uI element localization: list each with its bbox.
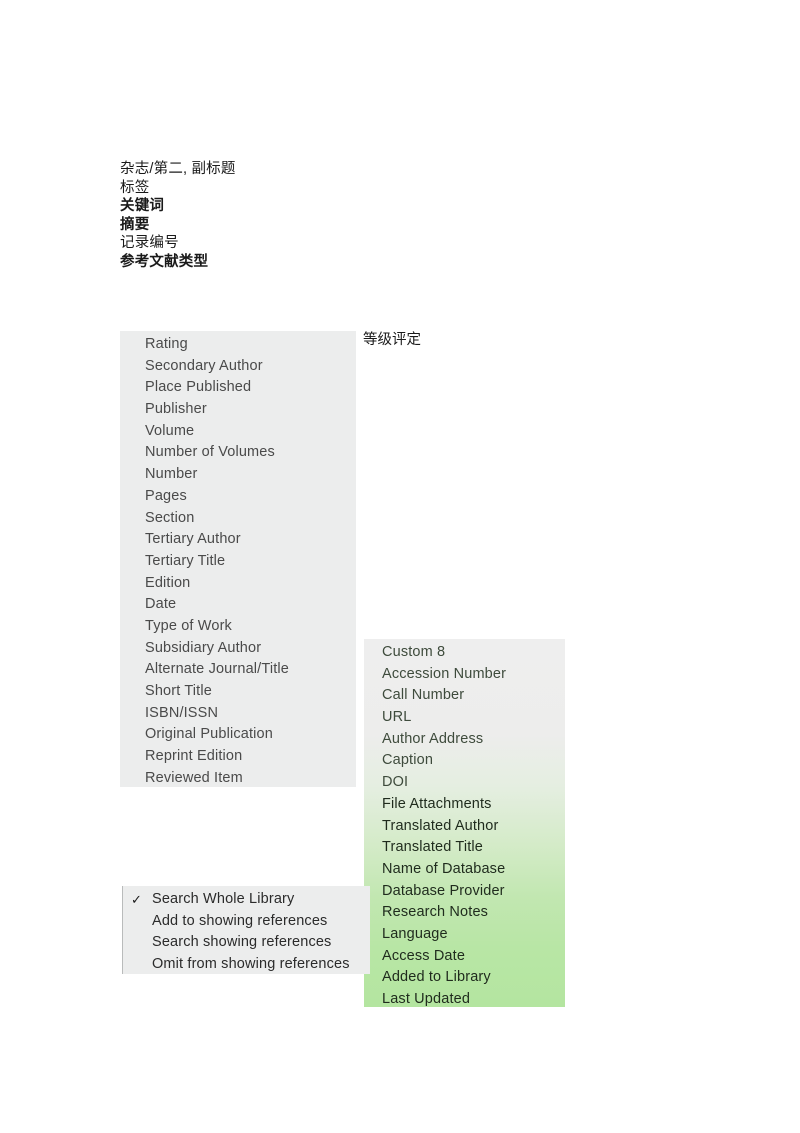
list-item[interactable]: Edition xyxy=(120,573,356,595)
list-item[interactable]: Translated Author xyxy=(364,816,565,838)
list-item[interactable]: Number xyxy=(120,464,356,486)
list-item[interactable]: Rating xyxy=(120,334,356,356)
list-item[interactable]: Original Publication xyxy=(120,724,356,746)
list-item[interactable]: Custom 8 xyxy=(364,642,565,664)
list-item[interactable]: Tertiary Author xyxy=(120,529,356,551)
list-item[interactable]: DOI xyxy=(364,772,565,794)
menu-item-label: Omit from showing references xyxy=(152,956,350,973)
extended-field-list-dropdown[interactable]: Custom 8 Accession Number Call Number UR… xyxy=(364,639,565,1007)
list-item[interactable]: Caption xyxy=(364,750,565,772)
list-item[interactable]: Section xyxy=(120,508,356,530)
field-list-dropdown[interactable]: Rating Secondary Author Place Published … xyxy=(120,331,356,787)
field-label-row: 参考文献类型 xyxy=(120,253,209,270)
field-label-row: 关键词 xyxy=(120,198,165,215)
field-label-block: 杂志/第二, 副标题 标签 关键词 摘要 记录编号 参考文献类型 xyxy=(120,160,520,272)
list-item[interactable]: Type of Work xyxy=(120,616,356,638)
field-label-row: 记录编号 xyxy=(120,235,179,252)
checkmark-icon: ✓ xyxy=(131,892,143,907)
list-item[interactable]: Alternate Journal/Title xyxy=(120,659,356,681)
list-item[interactable]: Place Published xyxy=(120,377,356,399)
list-item[interactable]: Call Number xyxy=(364,685,565,707)
list-item[interactable]: Research Notes xyxy=(364,902,565,924)
list-item[interactable]: Reprint Edition xyxy=(120,746,356,768)
list-item[interactable]: Added to Library xyxy=(364,967,565,989)
list-item[interactable]: Accession Number xyxy=(364,664,565,686)
list-item[interactable]: Number of Volumes xyxy=(120,442,356,464)
field-label-row: 标签 xyxy=(120,179,150,196)
menu-item-label: Search showing references xyxy=(152,934,332,951)
field-label-row: 杂志/第二, 副标题 xyxy=(120,161,236,177)
list-item[interactable]: Subsidiary Author xyxy=(120,638,356,660)
menu-item-search-whole-library[interactable]: ✓ Search Whole Library xyxy=(123,889,370,911)
menu-item-search-showing-references[interactable]: Search showing references xyxy=(123,932,370,954)
list-item[interactable]: Database Provider xyxy=(364,881,565,903)
list-item[interactable]: Publisher xyxy=(120,399,356,421)
list-item[interactable]: Translated Title xyxy=(364,837,565,859)
list-item[interactable]: Last Updated xyxy=(364,989,565,1007)
menu-item-omit-from-showing-references[interactable]: Omit from showing references xyxy=(123,954,370,974)
rating-annotation-label: 等级评定 xyxy=(363,332,421,348)
field-label-row: 摘要 xyxy=(120,216,150,233)
list-item[interactable]: Secondary Author xyxy=(120,356,356,378)
list-item[interactable]: Author Address xyxy=(364,729,565,751)
list-item[interactable]: URL xyxy=(364,707,565,729)
menu-item-add-to-showing-references[interactable]: Add to showing references xyxy=(123,911,370,933)
list-item[interactable]: Tertiary Title xyxy=(120,551,356,573)
list-item[interactable]: ISBN/ISSN xyxy=(120,703,356,725)
list-item[interactable]: Date xyxy=(120,594,356,616)
menu-item-label: Search Whole Library xyxy=(152,891,295,907)
list-item[interactable]: Reviewed Item xyxy=(120,768,356,787)
list-item[interactable]: Short Title xyxy=(120,681,356,703)
search-scope-context-menu[interactable]: ✓ Search Whole Library Add to showing re… xyxy=(122,886,370,974)
list-item[interactable]: Name of Database xyxy=(364,859,565,881)
list-item[interactable]: File Attachments xyxy=(364,794,565,816)
menu-item-label: Add to showing references xyxy=(152,912,328,929)
list-item[interactable]: Language xyxy=(364,924,565,946)
list-item[interactable]: Pages xyxy=(120,486,356,508)
list-item[interactable]: Volume xyxy=(120,421,356,443)
list-item[interactable]: Access Date xyxy=(364,946,565,968)
